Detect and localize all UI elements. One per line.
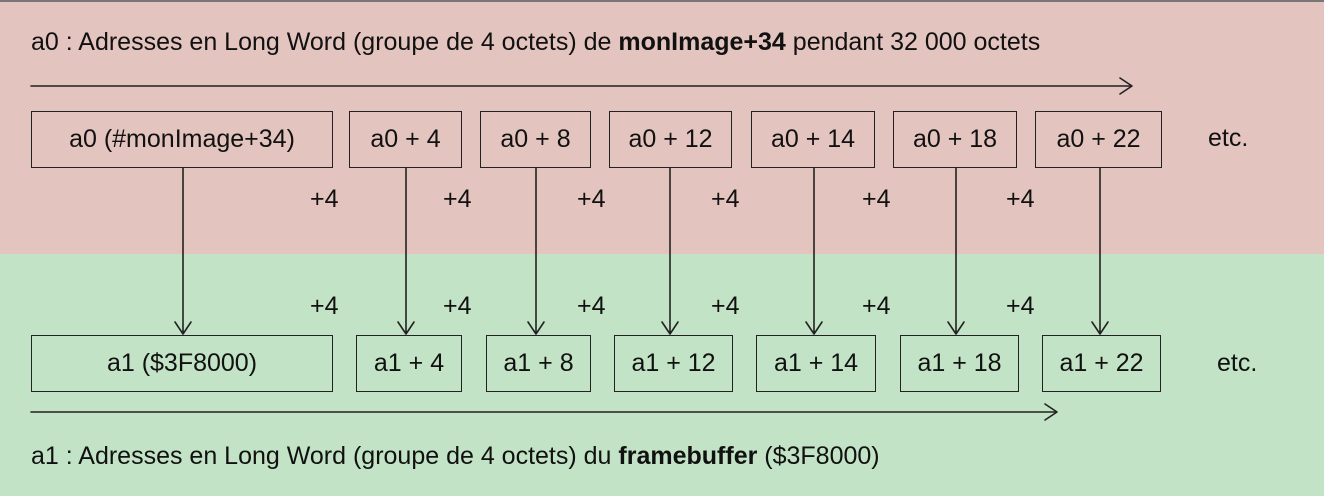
copy-arrow-6 — [1091, 167, 1109, 335]
arrows-layer — [30, 77, 1133, 421]
copy-arrow-4 — [805, 167, 823, 335]
copy-arrow-5 — [947, 167, 965, 335]
copy-arrow-2 — [527, 167, 545, 335]
copy-arrow-0 — [174, 167, 192, 335]
copy-arrow-3 — [661, 167, 679, 335]
copy-arrow-1 — [397, 167, 415, 335]
